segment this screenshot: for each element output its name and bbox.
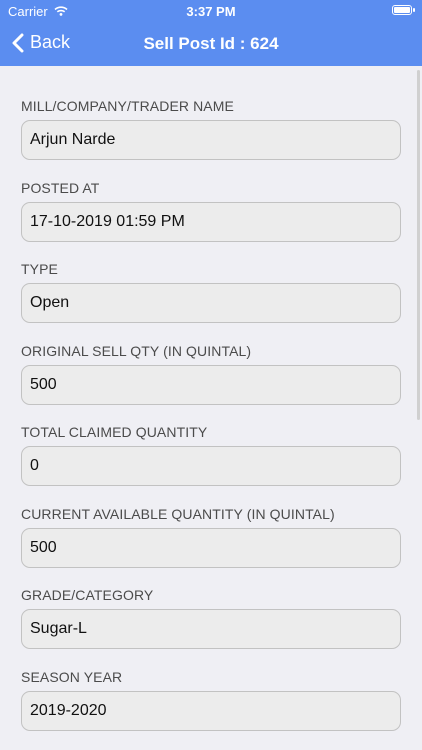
field-original-sell-qty: ORIGINAL SELL QTY (IN QUINTAL) 500 xyxy=(21,343,401,405)
field-label: TOTAL CLAIMED QUANTITY xyxy=(21,424,208,440)
type-field[interactable]: Open xyxy=(21,283,401,323)
field-type: TYPE Open xyxy=(21,261,401,323)
field-label: GRADE/CATEGORY xyxy=(21,587,154,603)
field-label: TYPE xyxy=(21,261,58,277)
field-label: POSTED AT xyxy=(21,180,100,196)
page-title: Sell Post Id : 624 xyxy=(143,34,279,53)
field-label: CURRENT AVAILABLE QUANTITY (IN QUINTAL) xyxy=(21,506,335,522)
field-current-available-quantity: CURRENT AVAILABLE QUANTITY (IN QUINTAL) … xyxy=(21,506,401,568)
navigation-bar: Back Sell Post Id : 624 xyxy=(0,24,422,66)
status-bar: Carrier 3:37 PM xyxy=(0,0,422,24)
original-sell-qty-field[interactable]: 500 xyxy=(21,365,401,405)
total-claimed-quantity-field[interactable]: 0 xyxy=(21,446,401,486)
field-label: SEASON YEAR xyxy=(21,669,123,685)
clock: 3:37 PM xyxy=(186,4,236,19)
current-available-quantity-field[interactable]: 500 xyxy=(21,528,401,568)
field-grade-category: GRADE/CATEGORY Sugar-L xyxy=(21,587,401,649)
season-year-field[interactable]: 2019-2020 xyxy=(21,691,401,731)
field-label: MILL/COMPANY/TRADER NAME xyxy=(21,98,234,114)
header: Carrier 3:37 PM Back Sell Post Id : 624 xyxy=(0,0,422,66)
scrollbar[interactable] xyxy=(417,70,420,420)
grade-category-field[interactable]: Sugar-L xyxy=(21,609,401,649)
field-season-year: SEASON YEAR 2019-2020 xyxy=(21,669,401,731)
posted-at-field[interactable]: 17-10-2019 01:59 PM xyxy=(21,202,401,242)
field-posted-at: POSTED AT 17-10-2019 01:59 PM xyxy=(21,180,401,242)
battery-icon xyxy=(392,5,415,15)
field-total-claimed-quantity: TOTAL CLAIMED QUANTITY 0 xyxy=(21,424,401,486)
detail-form[interactable]: MILL/COMPANY/TRADER NAME Arjun Narde POS… xyxy=(0,66,422,750)
mill-name-field[interactable]: Arjun Narde xyxy=(21,120,401,160)
field-label: ORIGINAL SELL QTY (IN QUINTAL) xyxy=(21,343,252,359)
field-mill-company-trader-name: MILL/COMPANY/TRADER NAME Arjun Narde xyxy=(21,98,401,160)
